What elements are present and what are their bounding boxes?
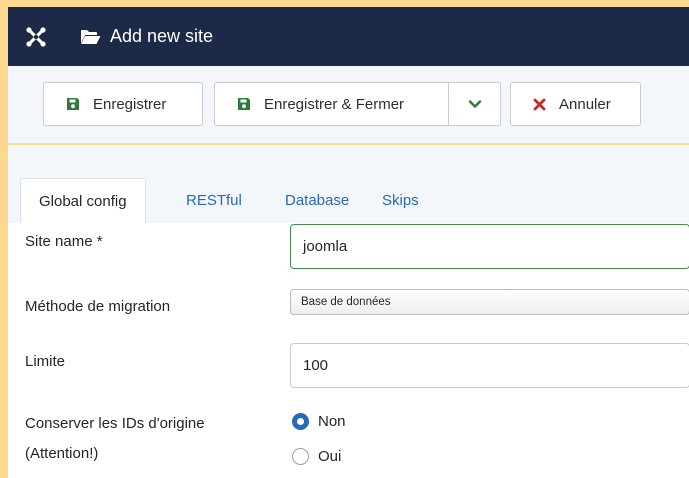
toolbar: Enregistrer Enregistrer & Fermer Annuler <box>8 66 689 144</box>
site-name-label: Site name * <box>25 233 103 250</box>
radio-label-non: Non <box>318 413 346 430</box>
save-close-button-group: Enregistrer & Fermer <box>214 82 501 126</box>
save-close-button[interactable]: Enregistrer & Fermer <box>215 83 448 125</box>
radio-label-oui: Oui <box>318 448 342 465</box>
times-icon <box>533 98 546 111</box>
cancel-button[interactable]: Annuler <box>510 82 641 126</box>
migration-method-select[interactable]: Base de données <box>290 289 689 315</box>
page-title-wrap: Add new site <box>80 7 213 66</box>
page-title: Add new site <box>110 26 214 46</box>
tab-bar: Global config RESTful Database Skips <box>8 145 689 223</box>
tab-restful[interactable]: RESTful <box>186 178 242 223</box>
cancel-button-label: Annuler <box>559 95 611 113</box>
limit-input[interactable]: 100 <box>290 343 689 388</box>
keep-ids-label-line2: (Attention!) <box>25 445 99 462</box>
migration-method-value: Base de données <box>301 296 391 308</box>
site-name-value: joomla <box>303 238 348 255</box>
keep-ids-label: Conserver les IDs d'origine (Attention!) <box>25 411 205 466</box>
radio-unchecked-icon[interactable] <box>292 448 309 465</box>
save-options-dropdown-button[interactable] <box>449 83 500 125</box>
radio-checked-icon[interactable] <box>292 413 309 430</box>
joomla-logo-icon[interactable] <box>8 7 64 66</box>
main-content: Global config RESTful Database Skips Sit… <box>8 145 689 478</box>
floppy-disk-icon <box>237 97 251 111</box>
save-button[interactable]: Enregistrer <box>43 82 203 126</box>
radio-option-non[interactable]: Non <box>292 413 346 430</box>
migration-method-label: Méthode de migration <box>25 298 171 315</box>
tab-global-config[interactable]: Global config <box>20 178 146 223</box>
radio-option-oui[interactable]: Oui <box>292 448 341 465</box>
folder-open-icon <box>80 29 101 45</box>
site-name-input[interactable]: joomla <box>290 224 689 269</box>
limit-value: 100 <box>303 357 329 374</box>
save-button-label: Enregistrer <box>93 95 167 113</box>
floppy-disk-icon <box>66 97 80 111</box>
header-bar: Add new site <box>8 7 689 66</box>
chevron-down-icon <box>468 96 482 113</box>
limit-label: Limite <box>25 353 66 370</box>
keep-ids-label-line1: Conserver les IDs d'origine <box>25 415 205 432</box>
tab-database[interactable]: Database <box>285 178 349 223</box>
tab-skips[interactable]: Skips <box>382 178 419 223</box>
save-close-button-label: Enregistrer & Fermer <box>264 95 405 113</box>
